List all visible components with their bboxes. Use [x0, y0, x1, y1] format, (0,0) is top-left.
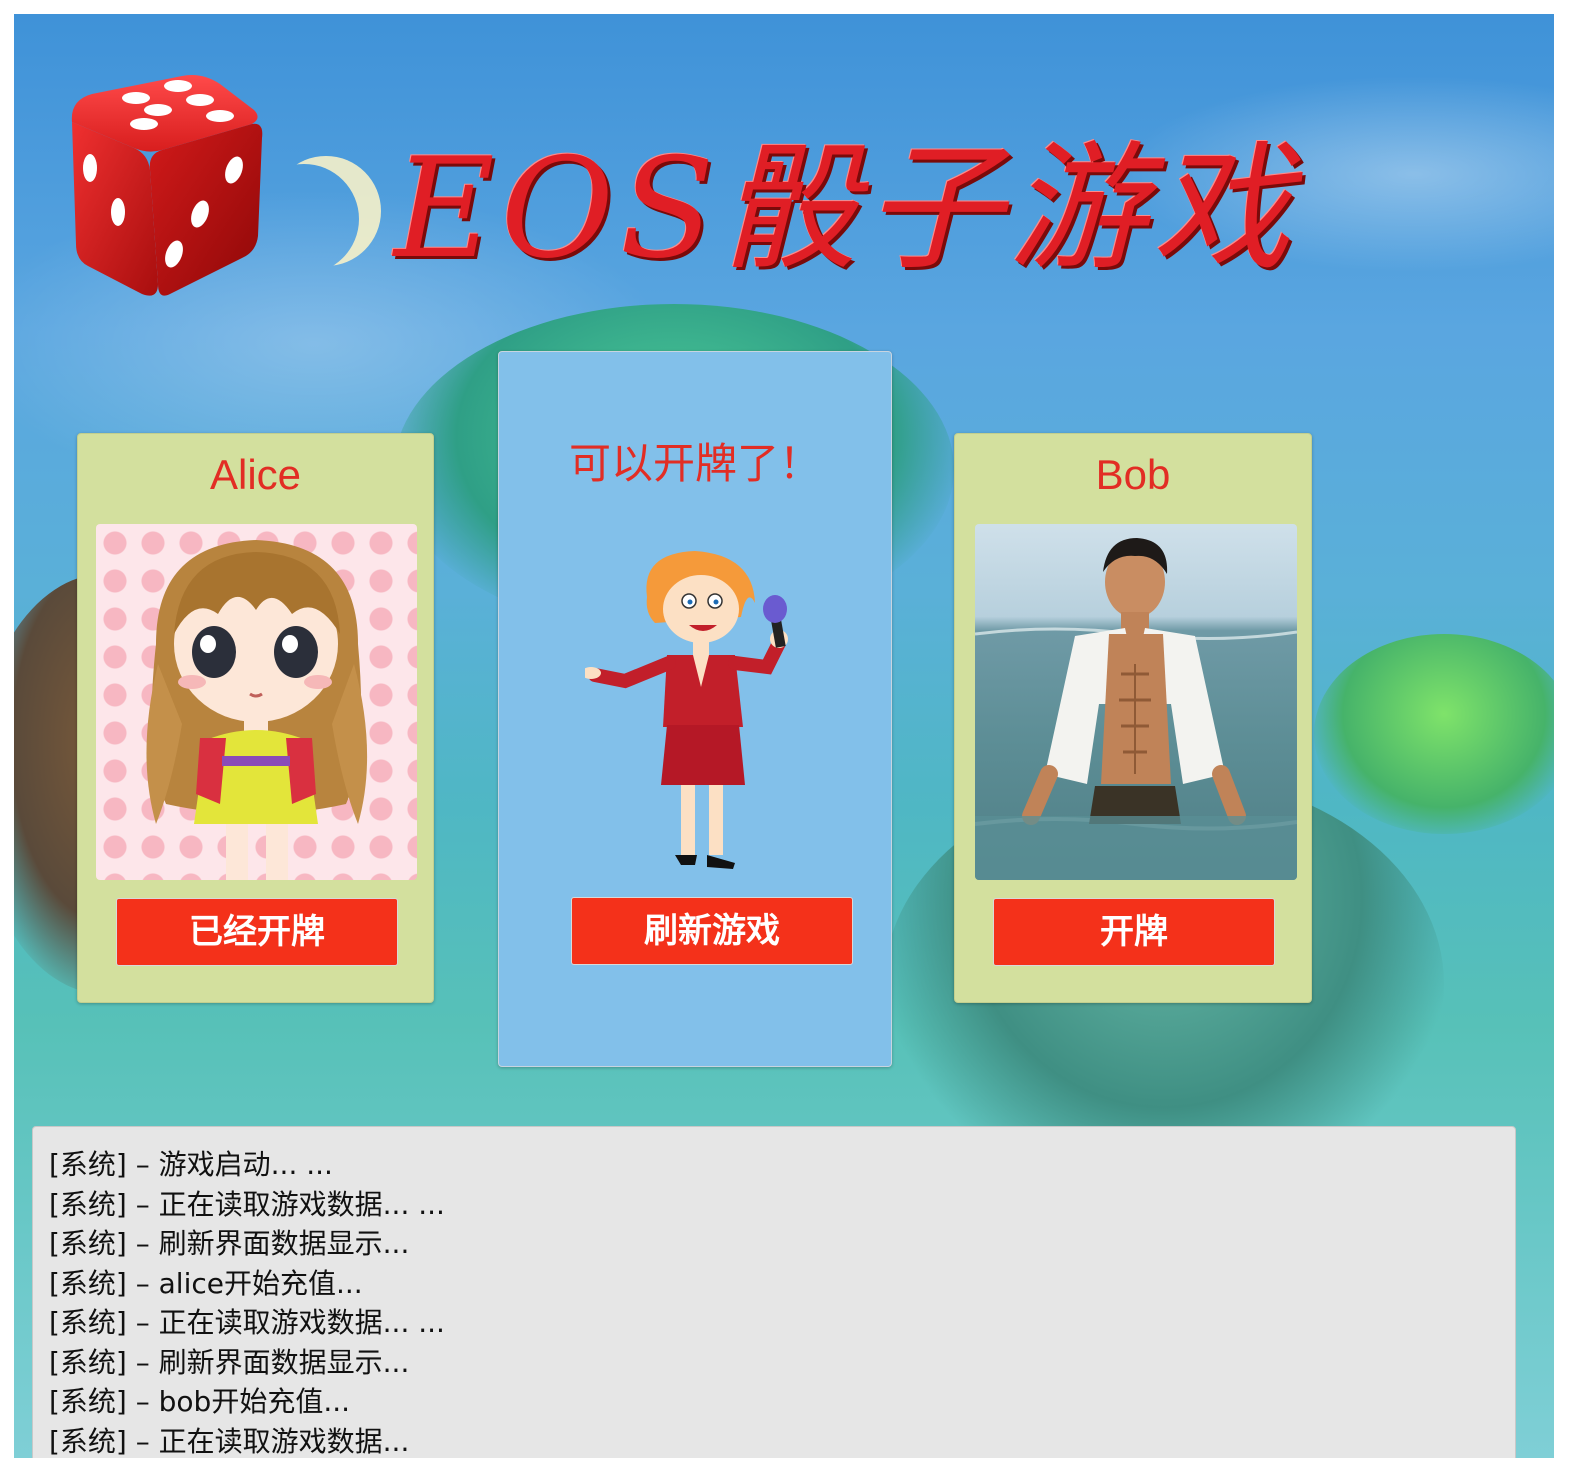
bob-open-button[interactable]: 开牌	[993, 898, 1275, 966]
reporter-cartoon	[585, 551, 788, 869]
alice-open-button[interactable]: 已经开牌	[116, 898, 398, 966]
background-island	[1314, 634, 1554, 834]
game-title: EOS骰子游戏	[394, 128, 1297, 289]
system-log-panel[interactable]: [系统] – 游戏启动... ... [系统] – 正在读取游戏数据... ..…	[32, 1126, 1516, 1458]
alice-avatar	[96, 524, 417, 880]
dice-icon	[71, 75, 263, 296]
player-name-bob: Bob	[1095, 451, 1171, 498]
log-line: [系统] – 正在读取游戏数据... ...	[49, 1187, 445, 1221]
log-line: [系统] – 游戏启动... ...	[49, 1148, 333, 1181]
refresh-game-button[interactable]: 刷新游戏	[571, 897, 853, 965]
player-card-alice: Alice 已经开牌	[77, 433, 434, 1003]
log-line: [系统] – 刷新界面数据显示...	[49, 1227, 410, 1260]
player-card-bob: Bob 开牌	[954, 433, 1312, 1003]
center-card: 可以开牌了！ 刷新游戏	[498, 351, 892, 1067]
center-status-message: 可以开牌了！	[568, 439, 821, 488]
player-name-alice: Alice	[209, 451, 302, 498]
log-line: [系统] – 刷新界面数据显示...	[49, 1345, 410, 1379]
bob-avatar	[975, 524, 1297, 880]
log-line: [系统] – 正在读取游戏数据... ...	[49, 1306, 445, 1339]
log-list: [系统] – 游戏启动... ... [系统] – 正在读取游戏数据... ..…	[33, 1127, 1515, 1458]
game-stage: EOS骰子游戏 Alice 已经开牌 可以开牌了！ 刷新游戏 Bob 开牌 [系…	[14, 14, 1554, 1458]
log-line: [系统] – 正在读取游戏数据...	[49, 1424, 410, 1458]
log-line: [系统] – alice开始充值...	[49, 1266, 363, 1300]
log-line: [系统] – bob开始充值...	[49, 1385, 351, 1418]
